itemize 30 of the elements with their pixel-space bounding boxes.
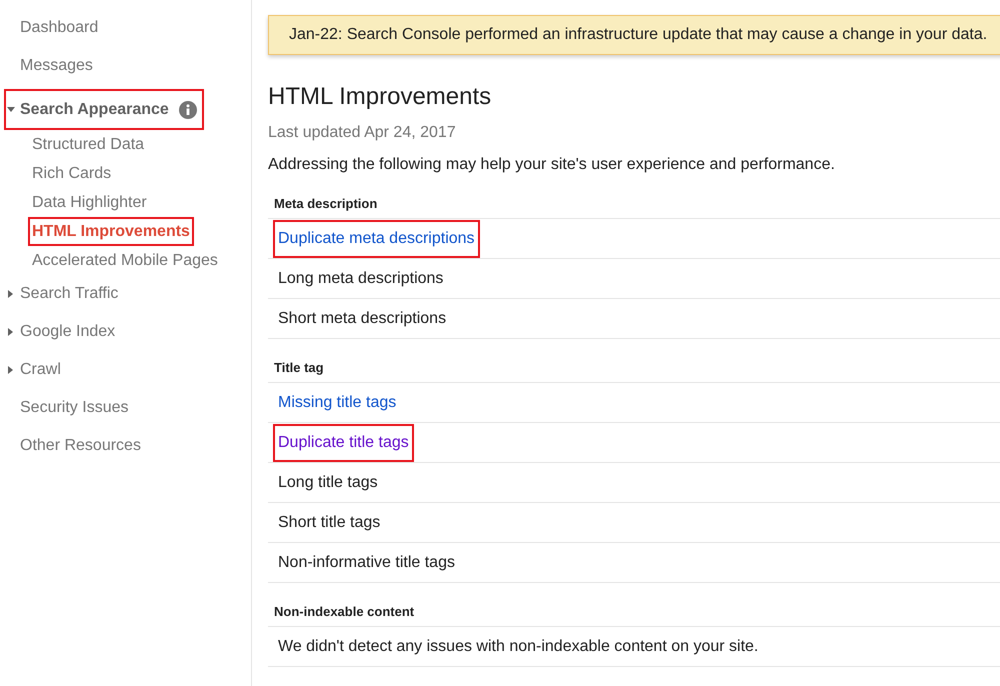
section-heading: Non-indexable content [274,604,414,619]
section-heading: Title tag [274,360,324,375]
nav-item[interactable]: Search Appearance [4,89,204,130]
section-heading: Meta description [274,196,378,211]
nav-subitem[interactable]: Structured Data [28,130,148,159]
nav-item[interactable]: Messages [4,47,100,85]
nav-item[interactable]: Dashboard [4,9,106,47]
issue-link[interactable]: Missing title tags [273,384,402,422]
last-updated-text: Last updated Apr 24, 2017 [268,123,457,143]
nav-subitem[interactable]: HTML Improvements [28,217,194,246]
notice-banner: Jan-22: Search Console performed an infrastructure update that may cause a change in your data. [268,15,1000,55]
issue-label: Non-informative title tags [277,552,456,572]
visited-issue-link[interactable]: Duplicate title tags [273,424,414,462]
nav-item[interactable]: Crawl [4,351,68,389]
nav-item[interactable]: Search Traffic [4,275,126,313]
issue-label: Long meta descriptions [277,268,444,288]
info-icon[interactable] [178,100,197,118]
issue-label: Short meta descriptions [277,308,448,328]
page-title: HTML Improvements [268,83,492,111]
nav-item[interactable]: Security Issues [4,389,136,427]
issue-link[interactable]: Duplicate meta descriptions [273,220,480,258]
nav-item[interactable]: Google Index [4,313,122,351]
nav-item[interactable]: Other Resources [4,427,148,465]
nav-subitem[interactable]: Data Highlighter [28,188,151,217]
issue-label: We didn't detect any issues with non-indexable content on your site. [277,636,760,656]
nav-subitem[interactable]: Rich Cards [28,159,116,188]
intro-text: Addressing the following may help your site's user experience and performance. [268,155,836,175]
issue-label: Short title tags [277,512,382,532]
nav-subitem[interactable]: Accelerated Mobile Pages [28,246,222,275]
issue-label: Long title tags [277,472,379,492]
